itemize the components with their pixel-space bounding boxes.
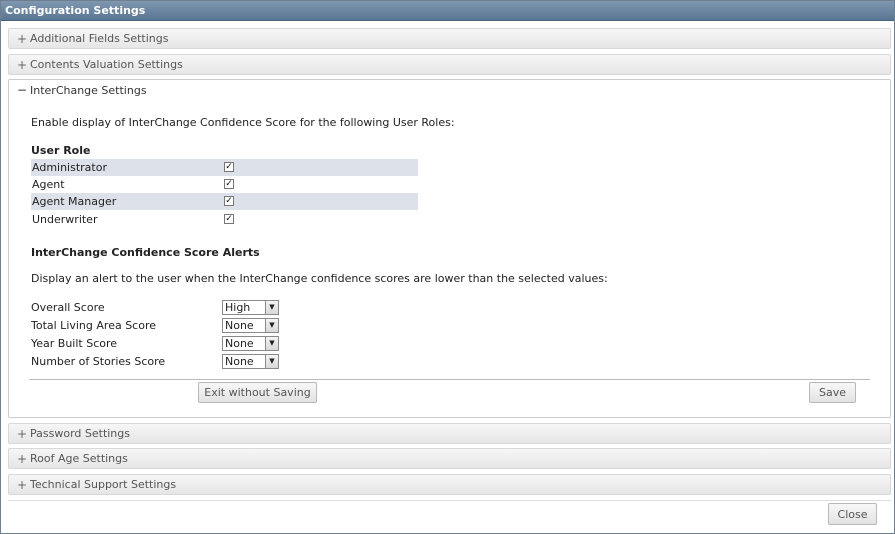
chevron-down-icon: ▼ xyxy=(265,337,278,350)
overall-score-select[interactable]: High ▼ xyxy=(222,300,279,315)
interchange-header[interactable]: − InterChange Settings xyxy=(9,80,890,101)
dialog-title: Configuration Settings xyxy=(1,1,894,21)
select-value: None xyxy=(225,319,254,332)
role-checkbox[interactable]: ✓ xyxy=(224,214,234,224)
chevron-down-icon: ▼ xyxy=(265,355,278,368)
user-role-header: User Role xyxy=(31,144,91,157)
stories-score-select[interactable]: None ▼ xyxy=(222,354,279,369)
year-built-score-select[interactable]: None ▼ xyxy=(222,336,279,351)
role-name: Agent xyxy=(32,178,65,191)
role-name: Administrator xyxy=(32,161,107,174)
section-technical-support[interactable]: + Technical Support Settings xyxy=(8,474,891,495)
role-checkbox[interactable]: ✓ xyxy=(224,162,234,172)
section-contents-valuation[interactable]: + Contents Valuation Settings xyxy=(8,54,891,75)
section-label: Roof Age Settings xyxy=(30,452,128,465)
role-row-agent: Agent ✓ xyxy=(31,176,418,193)
score-label-overall: Overall Score xyxy=(31,301,105,314)
close-button[interactable]: Close xyxy=(828,503,877,525)
chevron-down-icon: ▼ xyxy=(265,319,278,332)
section-label: Password Settings xyxy=(30,427,130,440)
chevron-down-icon: ▼ xyxy=(265,301,278,314)
save-button[interactable]: Save xyxy=(809,382,856,403)
select-value: None xyxy=(225,355,254,368)
expand-icon: + xyxy=(17,478,28,492)
score-label-living-area: Total Living Area Score xyxy=(31,319,157,332)
expand-icon: + xyxy=(17,58,28,72)
score-label-year-built: Year Built Score xyxy=(31,337,118,350)
role-row-underwriter: Underwriter ✓ xyxy=(31,211,418,228)
panel-divider xyxy=(29,379,870,380)
living-area-score-select[interactable]: None ▼ xyxy=(222,318,279,333)
role-checkbox[interactable]: ✓ xyxy=(224,179,234,189)
section-label: Additional Fields Settings xyxy=(30,32,169,45)
score-label-stories: Number of Stories Score xyxy=(31,355,166,368)
role-checkbox[interactable]: ✓ xyxy=(224,196,234,206)
section-roof-age[interactable]: + Roof Age Settings xyxy=(8,448,891,469)
role-name: Agent Manager xyxy=(32,195,117,208)
role-row-administrator: Administrator ✓ xyxy=(31,159,418,176)
footer-divider xyxy=(8,500,891,501)
section-password[interactable]: + Password Settings xyxy=(8,423,891,444)
expand-icon: + xyxy=(17,452,28,466)
alerts-description: Display an alert to the user when the In… xyxy=(31,272,608,285)
expand-icon: + xyxy=(17,427,28,441)
alerts-heading: InterChange Confidence Score Alerts xyxy=(31,246,260,259)
configuration-dialog: Configuration Settings + Additional Fiel… xyxy=(0,0,895,534)
section-label: Technical Support Settings xyxy=(30,478,177,491)
select-value: None xyxy=(225,337,254,350)
enable-description: Enable display of InterChange Confidence… xyxy=(31,116,455,129)
section-additional-fields[interactable]: + Additional Fields Settings xyxy=(8,28,891,49)
expand-icon: + xyxy=(17,32,28,46)
section-interchange: − InterChange Settings Enable display of… xyxy=(8,79,891,418)
collapse-icon: − xyxy=(17,83,28,97)
exit-without-saving-button[interactable]: Exit without Saving xyxy=(198,382,317,403)
role-name: Underwriter xyxy=(32,213,98,226)
section-label: Contents Valuation Settings xyxy=(30,58,183,71)
role-row-agent-manager: Agent Manager ✓ xyxy=(31,193,418,210)
section-label: InterChange Settings xyxy=(30,84,147,97)
select-value: High xyxy=(225,301,251,314)
